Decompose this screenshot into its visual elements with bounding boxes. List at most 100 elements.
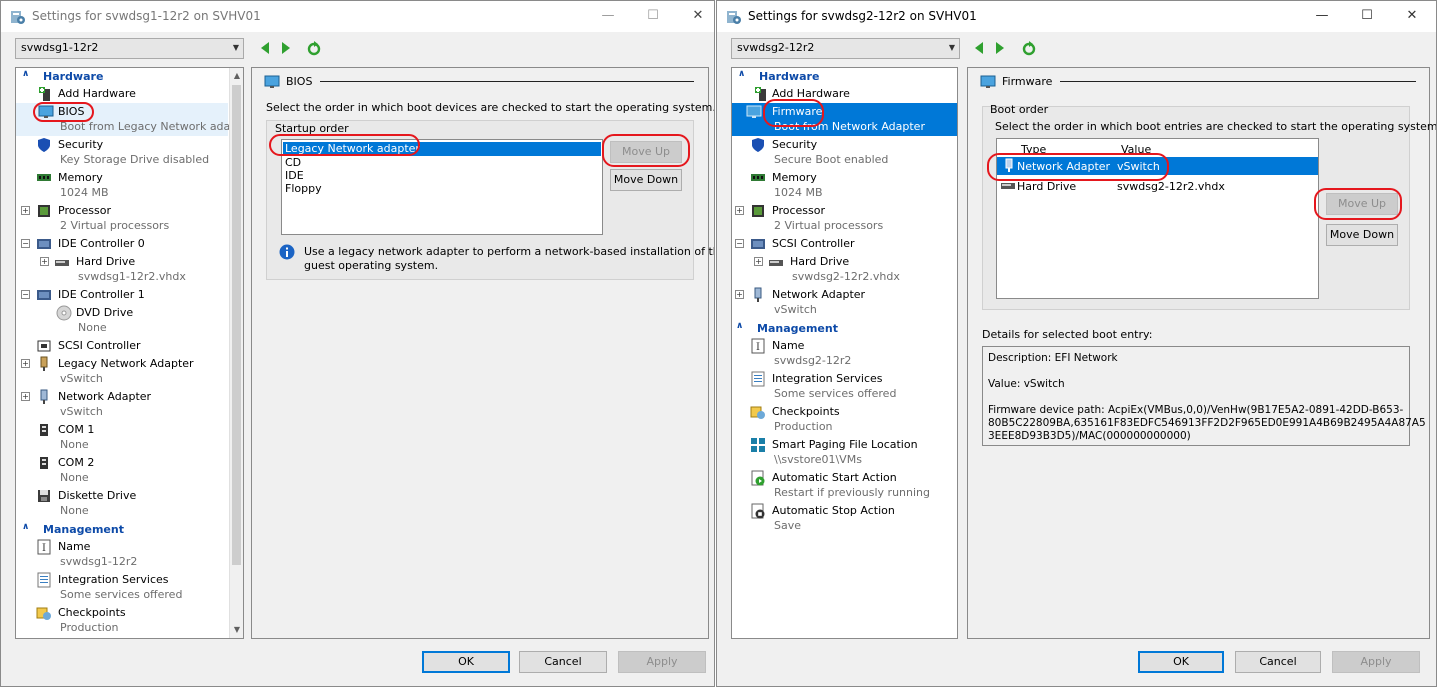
refresh-icon[interactable]	[306, 39, 322, 57]
tree-item-scsi-controller[interactable]: SCSI Controller	[16, 338, 243, 354]
tree-item-ide-controller-0[interactable]: − IDE Controller 0	[16, 236, 243, 252]
tree-item-ide-controller-1[interactable]: − IDE Controller 1	[16, 287, 243, 303]
boot-item-cd[interactable]: CD	[285, 156, 301, 169]
move-down-button[interactable]: Move Down	[610, 169, 682, 191]
tree-item-scsi-controller[interactable]: − SCSI Controller	[732, 236, 957, 252]
expand-icon[interactable]: +	[735, 206, 744, 215]
minimize-icon[interactable]: —	[1307, 5, 1337, 27]
info-icon	[279, 244, 295, 260]
expand-icon[interactable]: +	[735, 290, 744, 299]
back-arrow-icon[interactable]	[257, 39, 273, 57]
tree-item-diskette-drive[interactable]: Diskette Drive	[16, 488, 243, 504]
scroll-thumb[interactable]	[232, 85, 241, 565]
tree-item-hard-drive[interactable]: + Hard Drive	[732, 254, 957, 270]
ok-button[interactable]: OK	[422, 651, 510, 673]
apply-button[interactable]: Apply	[618, 651, 706, 673]
tree-item-network-adapter[interactable]: + Network Adapter	[16, 389, 243, 405]
scroll-up-icon[interactable]: ▲	[230, 69, 243, 83]
network-adapter-icon	[40, 389, 48, 404]
forward-arrow-icon[interactable]	[992, 39, 1008, 57]
tree-item-name[interactable]: I Name	[16, 539, 243, 555]
collapse-icon: ∧	[22, 522, 30, 532]
title-bar[interactable]: Settings for svwdsg1-12r2 on SVHV01 — ☐ …	[1, 1, 714, 32]
collapse-icon: ∧	[736, 321, 744, 331]
name-icon: I	[37, 539, 51, 555]
monitor-icon	[980, 75, 996, 88]
chevron-down-icon: ▼	[232, 43, 239, 52]
close-icon[interactable]: ✕	[1397, 5, 1427, 27]
cancel-button[interactable]: Cancel	[1235, 651, 1321, 673]
tree-item-security[interactable]: Security	[732, 137, 957, 153]
tree-item-hard-drive[interactable]: + Hard Drive	[16, 254, 243, 270]
settings-window-svwdsg2: Settings for svwdsg2-12r2 on SVHV01 — ☐ …	[716, 0, 1437, 687]
tree-item-name[interactable]: I Name	[732, 338, 957, 354]
expand-icon[interactable]: +	[40, 257, 49, 266]
tree-item-smart-paging[interactable]: Smart Paging File Location	[732, 437, 957, 453]
tree-item-memory[interactable]: Memory	[732, 170, 957, 186]
info-text-line2: guest operating system.	[304, 259, 439, 272]
settings-tree[interactable]: ∧ Hardware Add Hardware BIOS Boot from L…	[15, 67, 244, 639]
network-adapter-icon	[40, 356, 48, 371]
svg-text:I: I	[756, 342, 760, 353]
tree-item-com1[interactable]: COM 1	[16, 422, 243, 438]
collapse-icon[interactable]: −	[735, 239, 744, 248]
expand-icon[interactable]: +	[21, 359, 30, 368]
floppy-icon	[38, 490, 50, 502]
tree-item-add-hardware[interactable]: Add Hardware	[16, 86, 243, 102]
tree-item-dvd-drive[interactable]: DVD Drive	[16, 305, 243, 321]
collapse-icon[interactable]: −	[21, 290, 30, 299]
checkpoints-icon	[36, 607, 51, 620]
tree-item-network-adapter[interactable]: + Network Adapter	[732, 287, 957, 303]
cancel-button[interactable]: Cancel	[519, 651, 607, 673]
tree-item-add-hardware[interactable]: Add Hardware	[732, 86, 957, 102]
expand-icon[interactable]: +	[21, 392, 30, 401]
boot-item-ide[interactable]: IDE	[285, 169, 304, 182]
collapse-icon: ∧	[22, 69, 30, 79]
tree-item-checkpoints[interactable]: Checkpoints	[16, 605, 243, 621]
scroll-down-icon[interactable]: ▼	[230, 623, 243, 637]
settings-tree[interactable]: ∧ Hardware Add Hardware Firmware Boot fr…	[731, 67, 958, 639]
tree-item-processor[interactable]: + Processor	[732, 203, 957, 219]
tree-item-checkpoints[interactable]: Checkpoints	[732, 404, 957, 420]
boot-item-floppy[interactable]: Floppy	[285, 182, 322, 195]
vm-selector[interactable]: svwdsg2-12r2 ▼	[731, 38, 960, 59]
tree-scrollbar[interactable]: ▲ ▼	[229, 68, 243, 638]
expand-icon[interactable]: +	[754, 257, 763, 266]
collapse-icon[interactable]: −	[21, 239, 30, 248]
tree-item-legacy-network-adapter[interactable]: + Legacy Network Adapter	[16, 356, 243, 372]
tree-item-integration-services[interactable]: Integration Services	[16, 572, 243, 588]
forward-arrow-icon[interactable]	[278, 39, 294, 57]
title-bar[interactable]: Settings for svwdsg2-12r2 on SVHV01 — ☐ …	[717, 1, 1436, 32]
settings-app-icon	[727, 11, 741, 24]
tree-item-memory[interactable]: Memory	[16, 170, 243, 186]
hard-drive-icon	[55, 260, 69, 266]
apply-button[interactable]: Apply	[1332, 651, 1420, 673]
boot-entry-details[interactable]: Description: EFI Network Value: vSwitch …	[982, 346, 1426, 446]
close-icon[interactable]: ✕	[683, 5, 713, 27]
integration-services-icon	[751, 371, 765, 387]
minimize-icon[interactable]: —	[593, 5, 623, 27]
maximize-icon[interactable]: ☐	[1352, 5, 1382, 27]
add-hardware-icon	[39, 87, 50, 101]
tree-item-processor[interactable]: + Processor	[16, 203, 243, 219]
maximize-icon[interactable]: ☐	[638, 5, 668, 27]
expand-icon[interactable]: +	[21, 206, 30, 215]
tree-item-integration-services[interactable]: Integration Services	[732, 371, 957, 387]
details-label: Details for selected boot entry:	[982, 328, 1153, 341]
tree-item-automatic-start-action[interactable]: Automatic Start Action	[732, 470, 957, 486]
serial-port-icon	[40, 424, 48, 436]
highlight-ring	[33, 102, 94, 122]
svg-text:I: I	[42, 543, 46, 554]
memory-icon	[37, 174, 51, 181]
back-arrow-icon[interactable]	[971, 39, 987, 57]
tree-item-automatic-stop-action[interactable]: Automatic Stop Action	[732, 503, 957, 519]
tree-item-security[interactable]: Security	[16, 137, 243, 153]
vm-selector[interactable]: svwdsg1-12r2 ▼	[15, 38, 244, 59]
highlight-ring	[269, 134, 420, 156]
ok-button[interactable]: OK	[1138, 651, 1224, 673]
refresh-icon[interactable]	[1021, 39, 1037, 57]
highlight-ring	[763, 99, 824, 127]
move-down-button[interactable]: Move Down	[1326, 224, 1398, 246]
tree-item-com2[interactable]: COM 2	[16, 455, 243, 471]
details-path-line3: 3EEE8D93B3D5)/MAC(000000000000)	[988, 430, 1191, 442]
